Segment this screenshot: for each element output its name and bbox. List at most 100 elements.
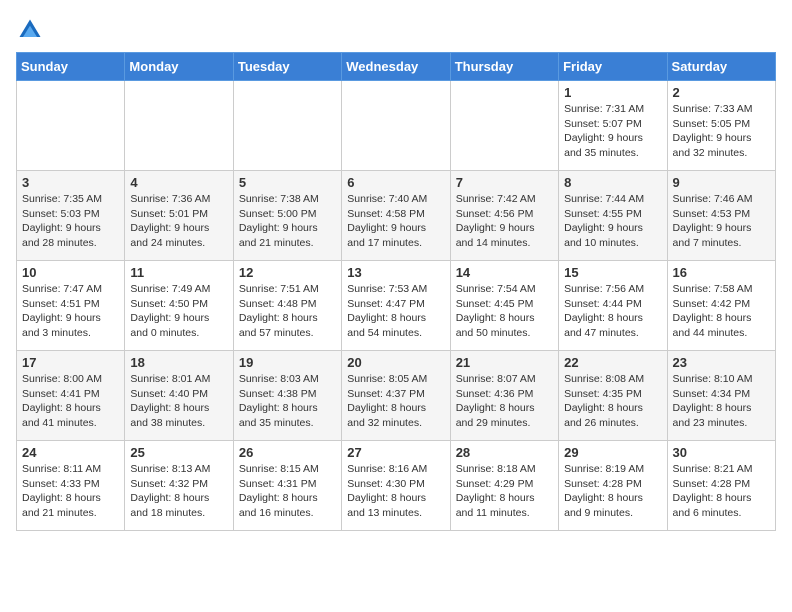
day-info: Sunrise: 7:31 AM Sunset: 5:07 PM Dayligh… (564, 102, 661, 161)
day-info: Sunrise: 7:40 AM Sunset: 4:58 PM Dayligh… (347, 192, 444, 251)
day-number: 19 (239, 355, 336, 370)
col-header-saturday: Saturday (667, 53, 775, 81)
day-number: 23 (673, 355, 770, 370)
calendar-cell: 22 Sunrise: 8:08 AM Sunset: 4:35 PM Dayli… (559, 351, 667, 441)
day-number: 11 (130, 265, 227, 280)
day-number: 20 (347, 355, 444, 370)
calendar-week-row: 3 Sunrise: 7:35 AM Sunset: 5:03 PM Daylig… (17, 171, 776, 261)
calendar-cell: 7 Sunrise: 7:42 AM Sunset: 4:56 PM Daylig… (450, 171, 558, 261)
day-number: 9 (673, 175, 770, 190)
calendar-cell: 17Sunrise: 8:00 AM Sunset: 4:41 PM Dayli… (17, 351, 125, 441)
day-info: Sunrise: 8:03 AM Sunset: 4:38 PM Dayligh… (239, 372, 336, 431)
col-header-monday: Monday (125, 53, 233, 81)
calendar-week-row: 17Sunrise: 8:00 AM Sunset: 4:41 PM Dayli… (17, 351, 776, 441)
calendar-cell: 27 Sunrise: 8:16 AM Sunset: 4:30 PM Dayli… (342, 441, 450, 531)
calendar-cell: 25 Sunrise: 8:13 AM Sunset: 4:32 PM Dayli… (125, 441, 233, 531)
day-info: Sunrise: 8:19 AM Sunset: 4:28 PM Dayligh… (564, 462, 661, 521)
day-info: Sunrise: 7:44 AM Sunset: 4:55 PM Dayligh… (564, 192, 661, 251)
calendar-cell: 18 Sunrise: 8:01 AM Sunset: 4:40 PM Dayli… (125, 351, 233, 441)
calendar-cell: 8 Sunrise: 7:44 AM Sunset: 4:55 PM Daylig… (559, 171, 667, 261)
day-number: 14 (456, 265, 553, 280)
day-number: 18 (130, 355, 227, 370)
day-info: Sunrise: 7:38 AM Sunset: 5:00 PM Dayligh… (239, 192, 336, 251)
col-header-tuesday: Tuesday (233, 53, 341, 81)
day-info: Sunrise: 7:33 AM Sunset: 5:05 PM Dayligh… (673, 102, 770, 161)
logo-icon (16, 16, 44, 44)
col-header-thursday: Thursday (450, 53, 558, 81)
calendar-cell: 29 Sunrise: 8:19 AM Sunset: 4:28 PM Dayli… (559, 441, 667, 531)
calendar-cell: 28 Sunrise: 8:18 AM Sunset: 4:29 PM Dayli… (450, 441, 558, 531)
day-number: 4 (130, 175, 227, 190)
day-info: Sunrise: 8:07 AM Sunset: 4:36 PM Dayligh… (456, 372, 553, 431)
day-info: Sunrise: 8:08 AM Sunset: 4:35 PM Dayligh… (564, 372, 661, 431)
day-number: 29 (564, 445, 661, 460)
day-info: Sunrise: 7:53 AM Sunset: 4:47 PM Dayligh… (347, 282, 444, 341)
day-info: Sunrise: 8:10 AM Sunset: 4:34 PM Dayligh… (673, 372, 770, 431)
col-header-friday: Friday (559, 53, 667, 81)
day-number: 16 (673, 265, 770, 280)
calendar-cell: 1 Sunrise: 7:31 AM Sunset: 5:07 PM Daylig… (559, 81, 667, 171)
calendar-week-row: 24Sunrise: 8:11 AM Sunset: 4:33 PM Dayli… (17, 441, 776, 531)
day-info: Sunrise: 8:16 AM Sunset: 4:30 PM Dayligh… (347, 462, 444, 521)
day-info: Sunrise: 7:54 AM Sunset: 4:45 PM Dayligh… (456, 282, 553, 341)
calendar-cell: 5 Sunrise: 7:38 AM Sunset: 5:00 PM Daylig… (233, 171, 341, 261)
calendar-cell: 12 Sunrise: 7:51 AM Sunset: 4:48 PM Dayli… (233, 261, 341, 351)
calendar-cell (450, 81, 558, 171)
day-number: 28 (456, 445, 553, 460)
day-number: 3 (22, 175, 119, 190)
calendar-cell: 21 Sunrise: 8:07 AM Sunset: 4:36 PM Dayli… (450, 351, 558, 441)
calendar-table: SundayMondayTuesdayWednesdayThursdayFrid… (16, 52, 776, 531)
calendar-cell: 3 Sunrise: 7:35 AM Sunset: 5:03 PM Daylig… (17, 171, 125, 261)
day-info: Sunrise: 8:18 AM Sunset: 4:29 PM Dayligh… (456, 462, 553, 521)
calendar-cell: 6 Sunrise: 7:40 AM Sunset: 4:58 PM Daylig… (342, 171, 450, 261)
day-info: Sunrise: 7:36 AM Sunset: 5:01 PM Dayligh… (130, 192, 227, 251)
calendar-week-row: 10Sunrise: 7:47 AM Sunset: 4:51 PM Dayli… (17, 261, 776, 351)
day-info: Sunrise: 8:05 AM Sunset: 4:37 PM Dayligh… (347, 372, 444, 431)
calendar-cell: 4 Sunrise: 7:36 AM Sunset: 5:01 PM Daylig… (125, 171, 233, 261)
calendar-cell: 13 Sunrise: 7:53 AM Sunset: 4:47 PM Dayli… (342, 261, 450, 351)
calendar-cell: 24Sunrise: 8:11 AM Sunset: 4:33 PM Dayli… (17, 441, 125, 531)
calendar-cell (342, 81, 450, 171)
day-number: 7 (456, 175, 553, 190)
calendar-cell: 16 Sunrise: 7:58 AM Sunset: 4:42 PM Dayli… (667, 261, 775, 351)
day-number: 13 (347, 265, 444, 280)
col-header-wednesday: Wednesday (342, 53, 450, 81)
calendar-cell (17, 81, 125, 171)
day-number: 22 (564, 355, 661, 370)
calendar-week-row: 1 Sunrise: 7:31 AM Sunset: 5:07 PM Daylig… (17, 81, 776, 171)
day-number: 1 (564, 85, 661, 100)
calendar-cell: 26 Sunrise: 8:15 AM Sunset: 4:31 PM Dayli… (233, 441, 341, 531)
calendar-cell: 14 Sunrise: 7:54 AM Sunset: 4:45 PM Dayli… (450, 261, 558, 351)
day-info: Sunrise: 7:46 AM Sunset: 4:53 PM Dayligh… (673, 192, 770, 251)
day-number: 15 (564, 265, 661, 280)
calendar-cell: 19 Sunrise: 8:03 AM Sunset: 4:38 PM Dayli… (233, 351, 341, 441)
day-info: Sunrise: 8:21 AM Sunset: 4:28 PM Dayligh… (673, 462, 770, 521)
day-number: 6 (347, 175, 444, 190)
calendar-cell: 20 Sunrise: 8:05 AM Sunset: 4:37 PM Dayli… (342, 351, 450, 441)
calendar-cell: 11Sunrise: 7:49 AM Sunset: 4:50 PM Dayli… (125, 261, 233, 351)
day-info: Sunrise: 8:15 AM Sunset: 4:31 PM Dayligh… (239, 462, 336, 521)
day-number: 8 (564, 175, 661, 190)
logo (16, 16, 48, 44)
day-number: 26 (239, 445, 336, 460)
page-header (16, 16, 776, 44)
day-info: Sunrise: 8:13 AM Sunset: 4:32 PM Dayligh… (130, 462, 227, 521)
day-number: 10 (22, 265, 119, 280)
day-number: 21 (456, 355, 553, 370)
day-info: Sunrise: 7:51 AM Sunset: 4:48 PM Dayligh… (239, 282, 336, 341)
calendar-cell: 15 Sunrise: 7:56 AM Sunset: 4:44 PM Dayli… (559, 261, 667, 351)
calendar-cell (125, 81, 233, 171)
day-number: 5 (239, 175, 336, 190)
day-info: Sunrise: 7:56 AM Sunset: 4:44 PM Dayligh… (564, 282, 661, 341)
day-number: 25 (130, 445, 227, 460)
calendar-cell: 9 Sunrise: 7:46 AM Sunset: 4:53 PM Daylig… (667, 171, 775, 261)
day-number: 30 (673, 445, 770, 460)
day-info: Sunrise: 7:58 AM Sunset: 4:42 PM Dayligh… (673, 282, 770, 341)
day-number: 17 (22, 355, 119, 370)
day-info: Sunrise: 7:42 AM Sunset: 4:56 PM Dayligh… (456, 192, 553, 251)
day-info: Sunrise: 8:01 AM Sunset: 4:40 PM Dayligh… (130, 372, 227, 431)
day-number: 12 (239, 265, 336, 280)
day-number: 27 (347, 445, 444, 460)
day-info: Sunrise: 7:35 AM Sunset: 5:03 PM Dayligh… (22, 192, 119, 251)
day-info: Sunrise: 8:11 AM Sunset: 4:33 PM Dayligh… (22, 462, 119, 521)
